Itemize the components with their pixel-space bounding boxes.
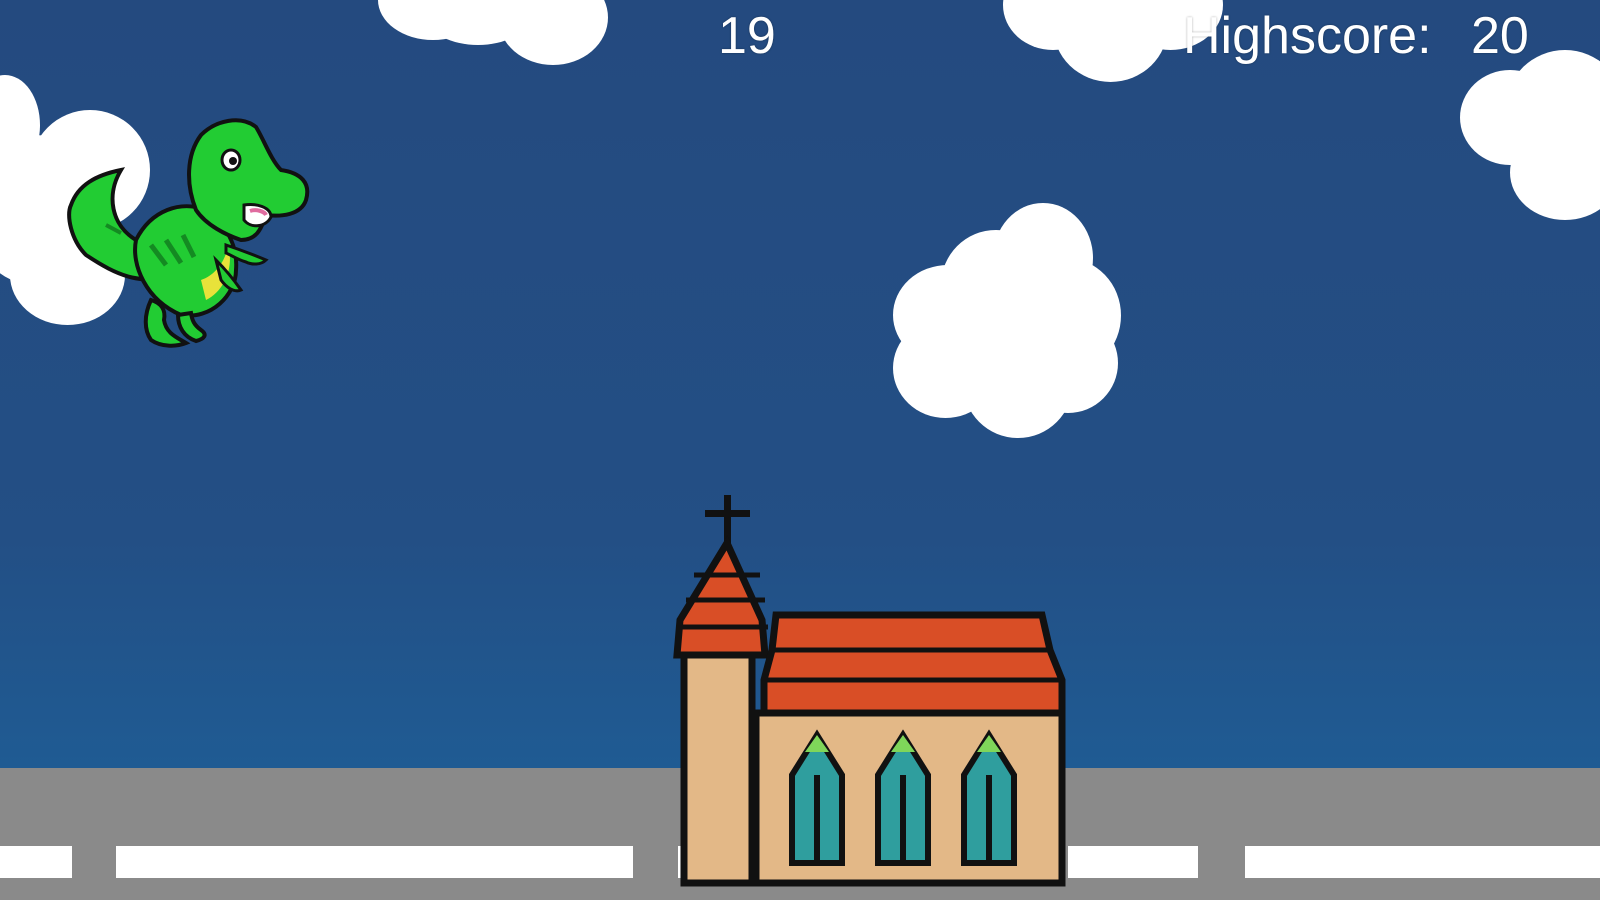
highscore-label: Highscore: [1183,7,1432,65]
lane-marking [0,846,72,878]
cloud-center [893,203,1133,438]
score-counter: 19 [718,7,776,65]
lane-marking [1245,846,1600,878]
lane-marking [116,846,633,878]
dinosaur-player[interactable] [66,115,326,360]
highscore-value: 20 [1471,7,1529,65]
game-canvas[interactable]: 19 Highscore: 20 [0,0,1600,900]
cloud-right-edge [1460,50,1600,220]
lane-marking [1068,846,1198,878]
church-roof [760,611,1066,717]
cloud-top-left [378,0,628,70]
church-tower [680,651,756,887]
church-obstacle [673,495,1066,887]
